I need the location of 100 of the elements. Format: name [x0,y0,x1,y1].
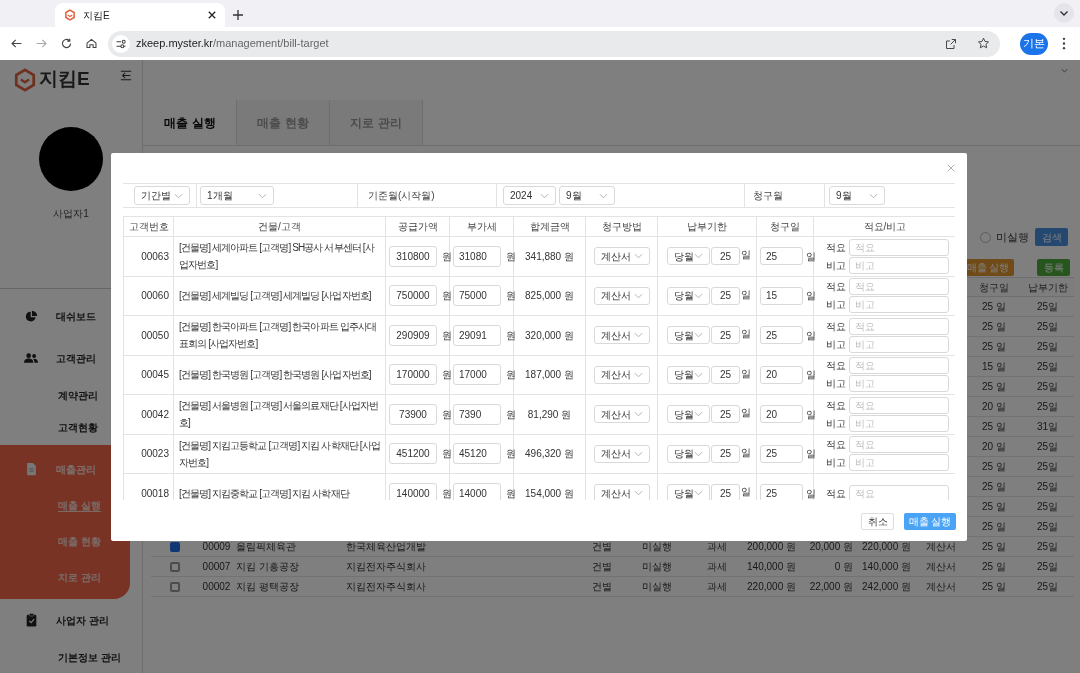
field-label: 적요 [826,319,846,334]
submenu-item[interactable]: 기본정보 관리 [58,649,121,665]
input-field[interactable]: 적요 [849,484,949,500]
open-external-icon[interactable] [945,37,957,50]
back-icon[interactable] [10,37,23,50]
column-header: 공급가액 [386,217,450,237]
checkbox[interactable] [170,561,180,572]
input-field[interactable]: 73900 [389,403,437,425]
profile-button[interactable]: 기본 [1020,32,1048,55]
submenu-item[interactable]: 고객현황 [58,419,98,435]
more-menu-icon[interactable] [1062,37,1066,50]
input-field[interactable]: 25 [711,286,740,305]
select-field[interactable]: 당월 [667,484,710,500]
table-cell-text: [건물명] 세계아파트 [고객명] SH공사 서부센터 [사업자번호] [179,241,376,273]
select-field[interactable]: 기간별 [134,186,190,205]
select-field[interactable]: 당월 [667,286,710,305]
input-field[interactable]: 290909 [389,324,437,346]
select-field[interactable]: 계산서 [593,405,650,424]
select-field[interactable]: 당월 [667,444,710,463]
select-field[interactable]: 계산서 [593,484,650,500]
browser-tab[interactable]: 지킴E [55,3,225,27]
table-cell-text: 187,000 원 [525,368,574,383]
input-field[interactable]: 20 [760,405,803,424]
address-bar[interactable]: zkeep.myster.kr/management/bill-target [108,30,1000,57]
menu-item[interactable]: 고객관리 [53,350,99,366]
input-field[interactable]: 31080 [453,245,501,267]
select-field[interactable]: 당월 [667,247,710,266]
input-field[interactable]: 750000 [389,285,437,307]
input-field[interactable]: 25 [711,484,740,500]
table-cell-text: 계산서 [924,580,957,594]
input-field[interactable]: 비고 [849,296,949,314]
input-field[interactable]: 적요 [849,317,949,335]
input-field[interactable]: 29091 [453,324,501,346]
radio-option[interactable]: 미실행 [980,228,1029,246]
select-field[interactable]: 계산서 [593,326,650,345]
site-settings-icon[interactable] [112,34,130,53]
input-field[interactable]: 비고 [849,256,949,274]
input-field[interactable]: 비고 [849,414,949,432]
input-field[interactable]: 310800 [389,245,437,267]
input-field[interactable]: 25 [711,405,740,424]
reload-icon[interactable] [60,37,73,50]
unit-label: 일 [806,407,816,422]
input-field[interactable]: 25 [760,484,803,500]
input-field[interactable]: 적요 [849,238,949,256]
select-field[interactable]: 9월 [829,186,885,205]
select-field[interactable]: 계산서 [593,286,650,305]
input-field[interactable]: 170000 [389,364,437,386]
input-field[interactable]: 15 [760,286,803,305]
input-field[interactable]: 적요 [849,436,949,454]
input-field[interactable]: 25 [711,247,740,266]
checkbox[interactable] [170,581,180,592]
logo-text: 지킴E [39,67,90,92]
input-field[interactable]: 75000 [453,285,501,307]
input-field[interactable]: 25 [711,444,740,463]
select-field[interactable]: 당월 [667,405,710,424]
select-field[interactable]: 당월 [667,326,710,345]
input-field[interactable]: 20 [760,365,803,384]
input-field[interactable]: 적요 [849,357,949,375]
star-icon[interactable] [977,37,990,50]
input-field[interactable]: 14000 [453,482,501,500]
table-cell-text: 25 일 [981,480,1007,494]
input-field[interactable]: 451200 [389,443,437,465]
input-field[interactable]: 적요 [849,396,949,414]
column-header: 고객번호 [124,217,174,237]
select-field[interactable]: 1개월 [200,186,274,205]
cancel-button[interactable]: 취소 [861,513,894,530]
input-field[interactable]: 비고 [849,454,949,472]
table-cell-text: 25 일 [981,540,1007,554]
menu-item[interactable]: 사업자 관리 [53,612,112,628]
input-field[interactable]: 7390 [453,403,501,425]
input-field[interactable]: 25 [711,365,740,384]
column-header: 적요/비고 [814,217,955,237]
input-field[interactable]: 비고 [849,375,949,393]
input-field[interactable]: 45120 [453,443,501,465]
close-icon[interactable] [208,11,216,19]
select-field[interactable]: 2024 [503,186,556,205]
chevron-down-icon [599,192,608,199]
input-field[interactable]: 비고 [849,335,949,353]
table-cell-text: 미실행 [640,580,673,594]
input-field[interactable]: 25 [760,247,803,266]
select-field[interactable]: 계산서 [593,444,650,463]
new-tab-icon[interactable] [233,10,243,20]
input-field[interactable]: 25 [760,326,803,345]
input-field[interactable]: 17000 [453,364,501,386]
select-field[interactable]: 계산서 [593,365,650,384]
select-field[interactable]: 9월 [559,186,615,205]
submenu-item[interactable]: 계약관리 [58,387,98,403]
select-field[interactable]: 계산서 [593,247,650,266]
field-label: 적요 [826,240,846,255]
table-cell-text: 825,000 원 [525,289,574,304]
collapse-menu-icon[interactable] [120,70,132,82]
input-field[interactable]: 25 [711,326,740,345]
home-icon[interactable] [85,37,98,50]
menu-item[interactable]: 대쉬보드 [53,308,99,324]
input-field[interactable]: 적요 [849,278,949,296]
input-field[interactable]: 25 [760,444,803,463]
input-field[interactable]: 140000 [389,482,437,500]
table-cell-text: 과세 [705,560,728,574]
select-field[interactable]: 당월 [667,365,710,384]
chevron-down-icon[interactable] [1054,3,1074,23]
